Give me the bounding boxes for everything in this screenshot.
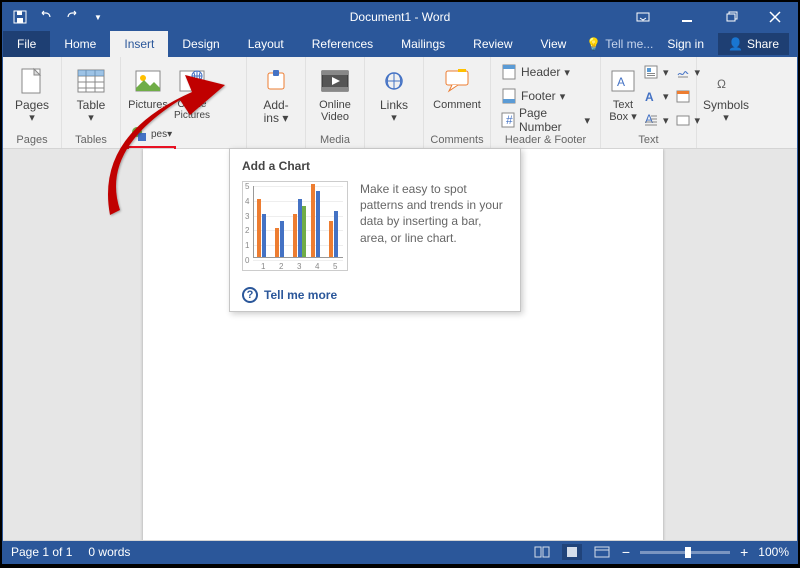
tooltip-title: Add a Chart [242, 159, 508, 173]
group-links: Links▾ . [365, 57, 424, 148]
tell-me-more-link[interactable]: ? Tell me more [242, 281, 508, 303]
page-number-button[interactable]: #Page Number ▾ [497, 109, 594, 131]
svg-text:#: # [506, 113, 513, 127]
tab-view[interactable]: View [527, 31, 581, 57]
group-addins: Add-ins ▾ Add-ins [247, 57, 306, 148]
online-pictures-button[interactable]: OnlinePictures [171, 61, 213, 121]
minimize-button[interactable] [665, 3, 709, 31]
drop-cap-icon: A [643, 112, 659, 128]
link-icon [378, 65, 410, 97]
customize-qat-icon[interactable]: ▼ [87, 6, 109, 28]
share-button[interactable]: 👤Share [718, 33, 789, 55]
text-box-icon: A [607, 65, 639, 97]
print-layout-button[interactable] [562, 544, 582, 560]
group-illustrations: Pictures OnlinePictures pes▾ ▾ Illustrat… [121, 57, 247, 148]
group-header-footer: Header ▾ Footer ▾ #Page Number ▾ Header … [491, 57, 601, 148]
addins-icon [260, 65, 292, 97]
help-icon: ? [242, 287, 258, 303]
quick-parts-icon [643, 64, 659, 80]
lightbulb-icon: 💡 [586, 37, 601, 51]
web-layout-button[interactable] [592, 544, 612, 560]
tab-references[interactable]: References [298, 31, 387, 57]
tell-me-search[interactable]: 💡Tell me... [586, 37, 653, 51]
group-tables: Table▾ Tables [62, 57, 121, 148]
wordart-button[interactable]: A▾ [641, 85, 671, 107]
tab-design[interactable]: Design [168, 31, 233, 57]
pages-button[interactable]: Pages▾ [9, 61, 55, 124]
signature-icon [675, 64, 691, 80]
pictures-icon [132, 65, 164, 97]
group-pages: Pages▾ Pages [3, 57, 62, 148]
page-number-icon: # [501, 112, 515, 128]
wordart-icon: A [643, 88, 659, 104]
chart-tooltip: Add a Chart 01234512345 Make it easy to … [229, 148, 521, 312]
svg-text:A: A [645, 90, 654, 104]
quick-parts-button[interactable]: ▾ [641, 61, 671, 83]
object-icon [675, 112, 691, 128]
read-mode-button[interactable] [532, 544, 552, 560]
drop-cap-button[interactable]: A▾ [641, 109, 671, 131]
word-count[interactable]: 0 words [88, 545, 130, 559]
ribbon-options-icon[interactable] [621, 3, 665, 31]
page-icon [16, 65, 48, 97]
video-icon [319, 65, 351, 97]
zoom-slider[interactable] [640, 551, 730, 554]
undo-button[interactable] [35, 6, 57, 28]
text-box-button[interactable]: A TextBox ▾ [607, 61, 639, 123]
tab-review[interactable]: Review [459, 31, 526, 57]
table-button[interactable]: Table▾ [68, 61, 114, 124]
svg-text:Ω: Ω [717, 77, 726, 91]
redo-button[interactable] [61, 6, 83, 28]
group-media: OnlineVideo Media [306, 57, 365, 148]
addins-button[interactable]: Add-ins ▾ [253, 61, 299, 125]
tab-mailings[interactable]: Mailings [387, 31, 459, 57]
tab-insert[interactable]: Insert [110, 31, 168, 57]
zoom-out-button[interactable]: − [622, 544, 630, 560]
title-bar: ▼ Document1 - Word [3, 3, 797, 31]
document-title: Document1 - Word [350, 10, 450, 24]
group-text: A TextBox ▾ ▾ A▾ A▾ ▾ ▾ Text [601, 57, 697, 148]
footer-icon [501, 88, 517, 104]
comment-icon [441, 65, 473, 97]
pictures-button[interactable]: Pictures [127, 61, 169, 111]
date-icon [675, 88, 691, 104]
omega-icon: Ω [710, 65, 742, 97]
status-bar: Page 1 of 1 0 words − + 100% [3, 541, 797, 563]
header-icon [501, 64, 517, 80]
group-comments: Comment Comments [424, 57, 491, 148]
tab-file[interactable]: File [3, 31, 50, 57]
save-button[interactable] [9, 6, 31, 28]
tab-home[interactable]: Home [50, 31, 110, 57]
share-icon: 👤 [728, 37, 743, 51]
ribbon-tabs: File Home Insert Design Layout Reference… [3, 31, 797, 57]
links-button[interactable]: Links▾ [371, 61, 417, 124]
comment-button[interactable]: Comment [430, 61, 484, 111]
table-icon [75, 65, 107, 97]
zoom-in-button[interactable]: + [740, 544, 748, 560]
shapes-button[interactable]: pes▾ [127, 123, 176, 145]
close-button[interactable] [753, 3, 797, 31]
symbols-button[interactable]: Ω Symbols▾ [703, 61, 749, 124]
zoom-level[interactable]: 100% [758, 545, 789, 559]
restore-button[interactable] [709, 3, 753, 31]
footer-button[interactable]: Footer ▾ [497, 85, 594, 107]
tooltip-description: Make it easy to spot patterns and trends… [360, 181, 508, 271]
quick-access-toolbar: ▼ [3, 6, 109, 28]
online-video-button[interactable]: OnlineVideo [312, 61, 358, 123]
group-symbols: Ω Symbols▾ . [697, 57, 755, 148]
tab-layout[interactable]: Layout [234, 31, 298, 57]
shapes-icon [131, 126, 147, 142]
header-button[interactable]: Header ▾ [497, 61, 594, 83]
sign-in-link[interactable]: Sign in [657, 37, 714, 51]
page-indicator[interactable]: Page 1 of 1 [11, 545, 72, 559]
tooltip-chart-preview: 01234512345 [242, 181, 348, 271]
online-pictures-icon [176, 65, 208, 97]
svg-text:A: A [617, 75, 625, 89]
ribbon: Pages▾ Pages Table▾ Tables Pictures [3, 57, 797, 149]
